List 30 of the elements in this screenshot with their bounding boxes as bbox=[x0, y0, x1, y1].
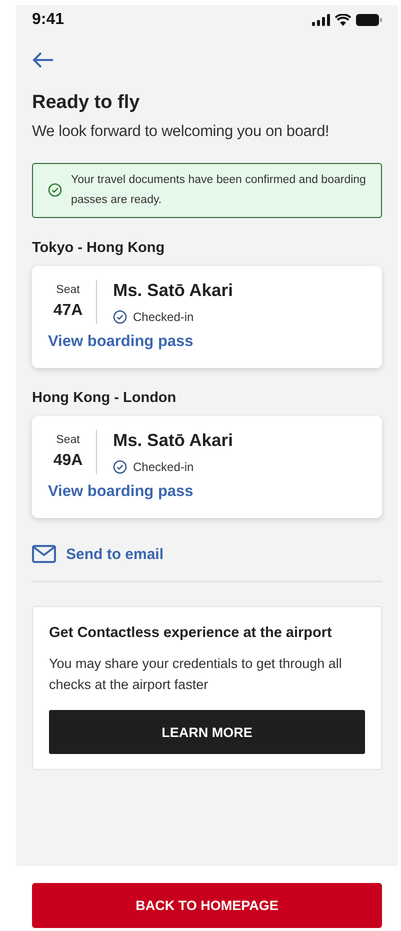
promo-text: You may share your credentials to get through all checks at the airport faster bbox=[49, 655, 343, 694]
seat-label: Seat bbox=[56, 284, 80, 296]
page-subtitle: We look forward to welcoming you on board! bbox=[32, 123, 330, 141]
promo-title: Get Contactless experience at the airport bbox=[49, 625, 333, 641]
check-circle-icon bbox=[48, 183, 62, 197]
check-circle-icon bbox=[113, 310, 127, 324]
learn-more-button[interactable]: LEARN MORE bbox=[49, 710, 365, 754]
clock-time: 9:41 bbox=[32, 11, 64, 29]
envelope-icon bbox=[32, 545, 56, 563]
back-to-homepage-button[interactable]: BACK TO HOMEPAGE bbox=[32, 883, 382, 928]
boarding-pass-link[interactable]: View boarding pass bbox=[48, 333, 194, 351]
seat-number: 49A bbox=[53, 452, 83, 470]
seat-number: 47A bbox=[53, 302, 83, 320]
send-email-link[interactable]: Send to email bbox=[32, 545, 164, 563]
wifi-icon bbox=[335, 14, 351, 26]
page-title: Ready to fly bbox=[32, 92, 141, 114]
checkin-status: Checked-in bbox=[133, 460, 194, 474]
flight-route: Hong Kong - London bbox=[32, 390, 178, 406]
boarding-pass-link[interactable]: View boarding pass bbox=[48, 483, 194, 501]
notice-text: Your travel documents have been confirmed and boarding passes are ready. bbox=[71, 173, 367, 208]
signal-icon bbox=[312, 14, 330, 26]
seat-label: Seat bbox=[56, 434, 80, 446]
passenger-name: Ms. Satō Akari bbox=[113, 430, 233, 451]
battery-icon bbox=[356, 14, 382, 26]
back-arrow-icon bbox=[32, 52, 54, 68]
checkin-status: Checked-in bbox=[133, 310, 194, 324]
check-circle-icon bbox=[113, 460, 127, 474]
flight-route: Tokyo - Hong Kong bbox=[32, 240, 166, 256]
passenger-name: Ms. Satō Akari bbox=[113, 280, 233, 301]
back-button[interactable] bbox=[32, 52, 54, 68]
